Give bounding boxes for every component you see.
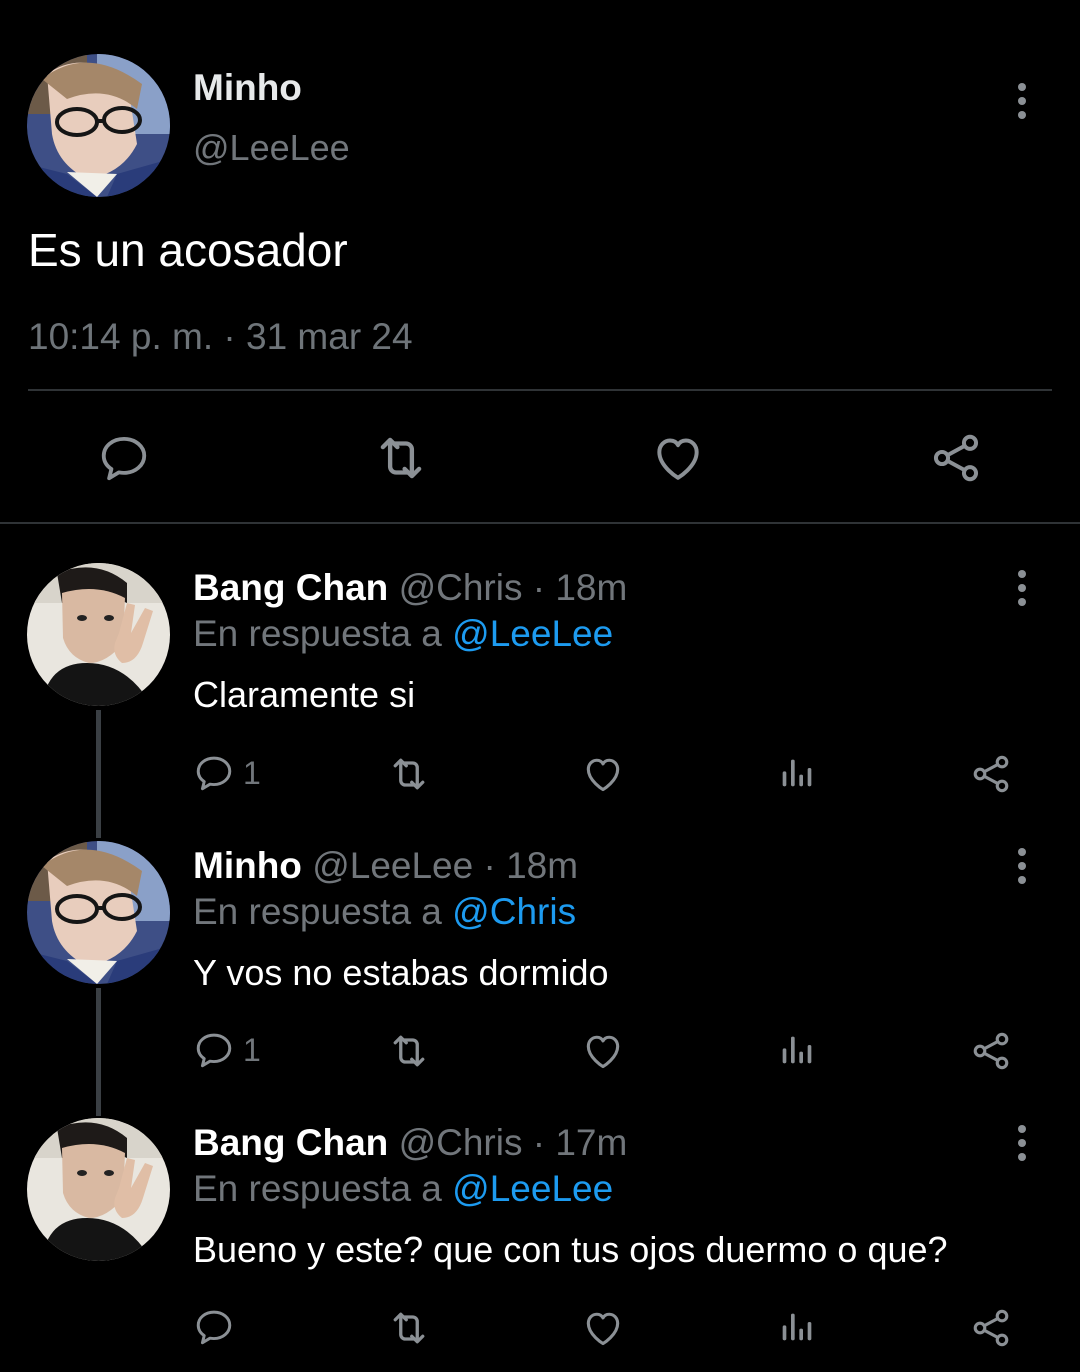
reply-header: Bang Chan @Chris · 17m [193, 1121, 627, 1165]
more-options-icon[interactable] [1002, 76, 1042, 126]
reply-button[interactable]: 1 [193, 752, 261, 794]
reply-prefix: En respuesta a [193, 891, 442, 932]
views-icon[interactable] [776, 1306, 816, 1348]
reply-prefix: En respuesta a [193, 1168, 442, 1209]
reply-icon [193, 752, 235, 794]
retweet-icon[interactable] [384, 1306, 434, 1350]
avatar-image [27, 1118, 170, 1261]
like-icon[interactable] [581, 1029, 625, 1073]
reply-author-name[interactable]: Bang Chan [193, 567, 388, 608]
avatar[interactable] [27, 54, 170, 197]
avatar-image [27, 563, 170, 706]
reply-count: 1 [243, 754, 261, 791]
more-options-icon[interactable] [1002, 563, 1042, 613]
reply-icon [193, 1029, 235, 1071]
reply-header: Minho @LeeLee · 18m [193, 844, 578, 888]
author-handle[interactable]: @LeeLee [193, 126, 350, 170]
reply-author-handle[interactable]: @Chris [399, 1122, 523, 1163]
reply-text: Bueno y este? que con tus ojos duermo o … [193, 1229, 948, 1270]
retweet-icon[interactable] [384, 752, 434, 796]
reply-author-name[interactable]: Minho [193, 845, 302, 886]
avatar-image [27, 841, 170, 984]
reply-icon [193, 1306, 235, 1348]
thread-line [96, 710, 101, 838]
reply-author-handle[interactable]: @Chris [399, 567, 523, 608]
share-icon[interactable] [928, 430, 984, 486]
reply-time: 18m [555, 567, 628, 608]
reply-button[interactable] [193, 1306, 243, 1348]
thread-line [96, 988, 101, 1116]
reply-author-name[interactable]: Bang Chan [193, 1122, 388, 1163]
like-icon[interactable] [650, 430, 706, 486]
reply-prefix: En respuesta a [193, 613, 442, 654]
like-icon[interactable] [581, 752, 625, 796]
reply-count: 1 [243, 1031, 261, 1068]
share-icon[interactable] [969, 1029, 1013, 1073]
views-icon[interactable] [776, 752, 816, 794]
reply-icon[interactable] [96, 430, 152, 486]
avatar[interactable] [27, 1118, 170, 1261]
tweet-timestamp: 10:14 p. m. · 31 mar 24 [28, 316, 413, 357]
reply-context: En respuesta a @Chris [193, 890, 576, 934]
like-icon[interactable] [581, 1306, 625, 1350]
avatar-image [27, 54, 170, 197]
retweet-icon[interactable] [384, 1029, 434, 1073]
share-icon[interactable] [969, 752, 1013, 796]
retweet-icon[interactable] [370, 430, 432, 486]
mention-link[interactable]: @Chris [452, 891, 576, 932]
author-name[interactable]: Minho [193, 66, 302, 110]
mention-link[interactable]: @LeeLee [452, 1168, 613, 1209]
mention-link[interactable]: @LeeLee [452, 613, 613, 654]
reply-context: En respuesta a @LeeLee [193, 1167, 613, 1211]
reply-time: 18m [506, 845, 579, 886]
more-options-icon[interactable] [1002, 841, 1042, 891]
avatar[interactable] [27, 841, 170, 984]
reply-text: Y vos no estabas dormido [193, 952, 609, 993]
section-divider [0, 522, 1080, 524]
reply-header: Bang Chan @Chris · 18m [193, 566, 627, 610]
divider [28, 389, 1052, 391]
avatar[interactable] [27, 563, 170, 706]
reply-time: 17m [555, 1122, 628, 1163]
separator-dot: · [532, 567, 546, 608]
views-icon[interactable] [776, 1029, 816, 1071]
reply-button[interactable]: 1 [193, 1029, 261, 1071]
share-icon[interactable] [969, 1306, 1013, 1350]
separator-dot: · [483, 845, 496, 886]
more-options-icon[interactable] [1002, 1118, 1042, 1168]
tweet-text: Es un acosador [28, 224, 348, 276]
separator-dot: · [532, 1122, 546, 1163]
reply-context: En respuesta a @LeeLee [193, 612, 613, 656]
reply-author-handle[interactable]: @LeeLee [312, 845, 473, 886]
reply-text: Claramente si [193, 674, 416, 715]
